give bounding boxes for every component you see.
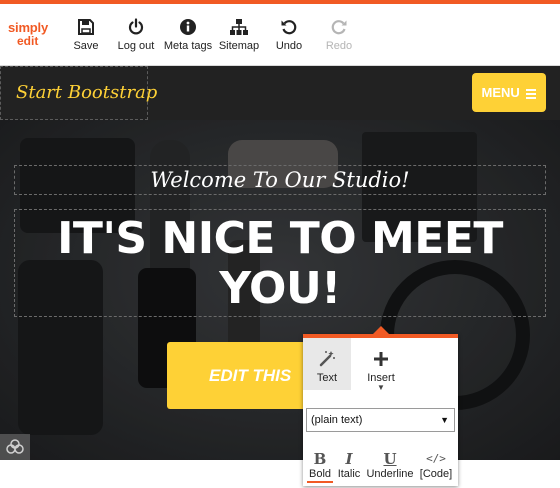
sitemap-icon [230,19,248,35]
meta-tags-label: Meta tags [163,40,213,52]
sitemap-label: Sitemap [218,40,260,52]
text-editor-popover: Text Insert ▼ (plain text) ▼ B Bold I It… [303,326,458,486]
underline-icon: U [383,450,397,468]
power-icon [128,18,144,35]
logo-text-edit: edit [17,34,39,48]
sitemap-button[interactable]: Sitemap [218,18,260,62]
menu-button[interactable]: MENU [472,73,546,112]
plus-icon [374,352,388,366]
menu-label: MENU [481,85,520,100]
redo-label: Redo [325,40,353,52]
logout-label: Log out [117,40,155,52]
save-icon [78,19,94,35]
save-label: Save [73,40,99,52]
select-caret-icon: ▼ [440,415,449,425]
site-navbar: Start Bootstrap MENU [0,66,560,120]
hero-lead-text[interactable]: Welcome To Our Studio! [14,165,546,195]
logout-button[interactable]: Log out [114,18,158,62]
redo-icon [331,20,347,35]
undo-icon [281,20,297,35]
simply-edit-toolbar: simply edit Save Log out Meta tags Sitem… [0,0,560,66]
meta-tags-button[interactable]: Meta tags [162,18,214,62]
code-label: [Code] [419,468,453,480]
bold-icon: B [313,450,327,468]
bold-label: Bold [308,468,332,480]
tab-text-label: Text [316,372,338,384]
code-button[interactable]: </> [Code] [417,451,455,480]
hero-heading[interactable]: IT'S NICE TO MEET YOU! [14,209,546,317]
undo-label: Undo [275,40,303,52]
italic-icon: I [345,450,353,468]
tab-insert[interactable]: Insert ▼ [355,338,407,392]
code-icon: </> [426,452,446,465]
simply-edit-logo: simply edit [8,21,60,47]
chevron-down-icon: ▼ [377,383,385,392]
bold-button[interactable]: B Bold [307,451,333,483]
undo-button[interactable]: Undo [272,18,306,62]
hero-section: Welcome To Our Studio! IT'S NICE TO MEET… [0,120,560,460]
hero-heading-line1: IT'S NICE TO MEET [57,213,503,264]
layers-icon[interactable] [0,434,30,460]
magic-wand-icon [319,351,335,367]
tab-text[interactable]: Text [303,338,351,390]
site-brand[interactable]: Start Bootstrap [0,66,157,120]
redo-button[interactable]: Redo [322,18,356,62]
italic-button[interactable]: I Italic [335,451,363,480]
format-select[interactable]: (plain text) ▼ [306,408,455,432]
info-icon [180,19,196,35]
save-button[interactable]: Save [70,18,102,62]
logo-text-simply: simply [8,20,48,35]
hamburger-icon [526,87,537,101]
format-select-value: (plain text) [311,414,363,426]
underline-label: Underline [366,468,414,480]
popover-arrow [373,326,389,334]
underline-button[interactable]: U Underline [365,451,415,480]
italic-label: Italic [337,468,361,480]
hero-heading-line2: YOU! [219,263,341,314]
